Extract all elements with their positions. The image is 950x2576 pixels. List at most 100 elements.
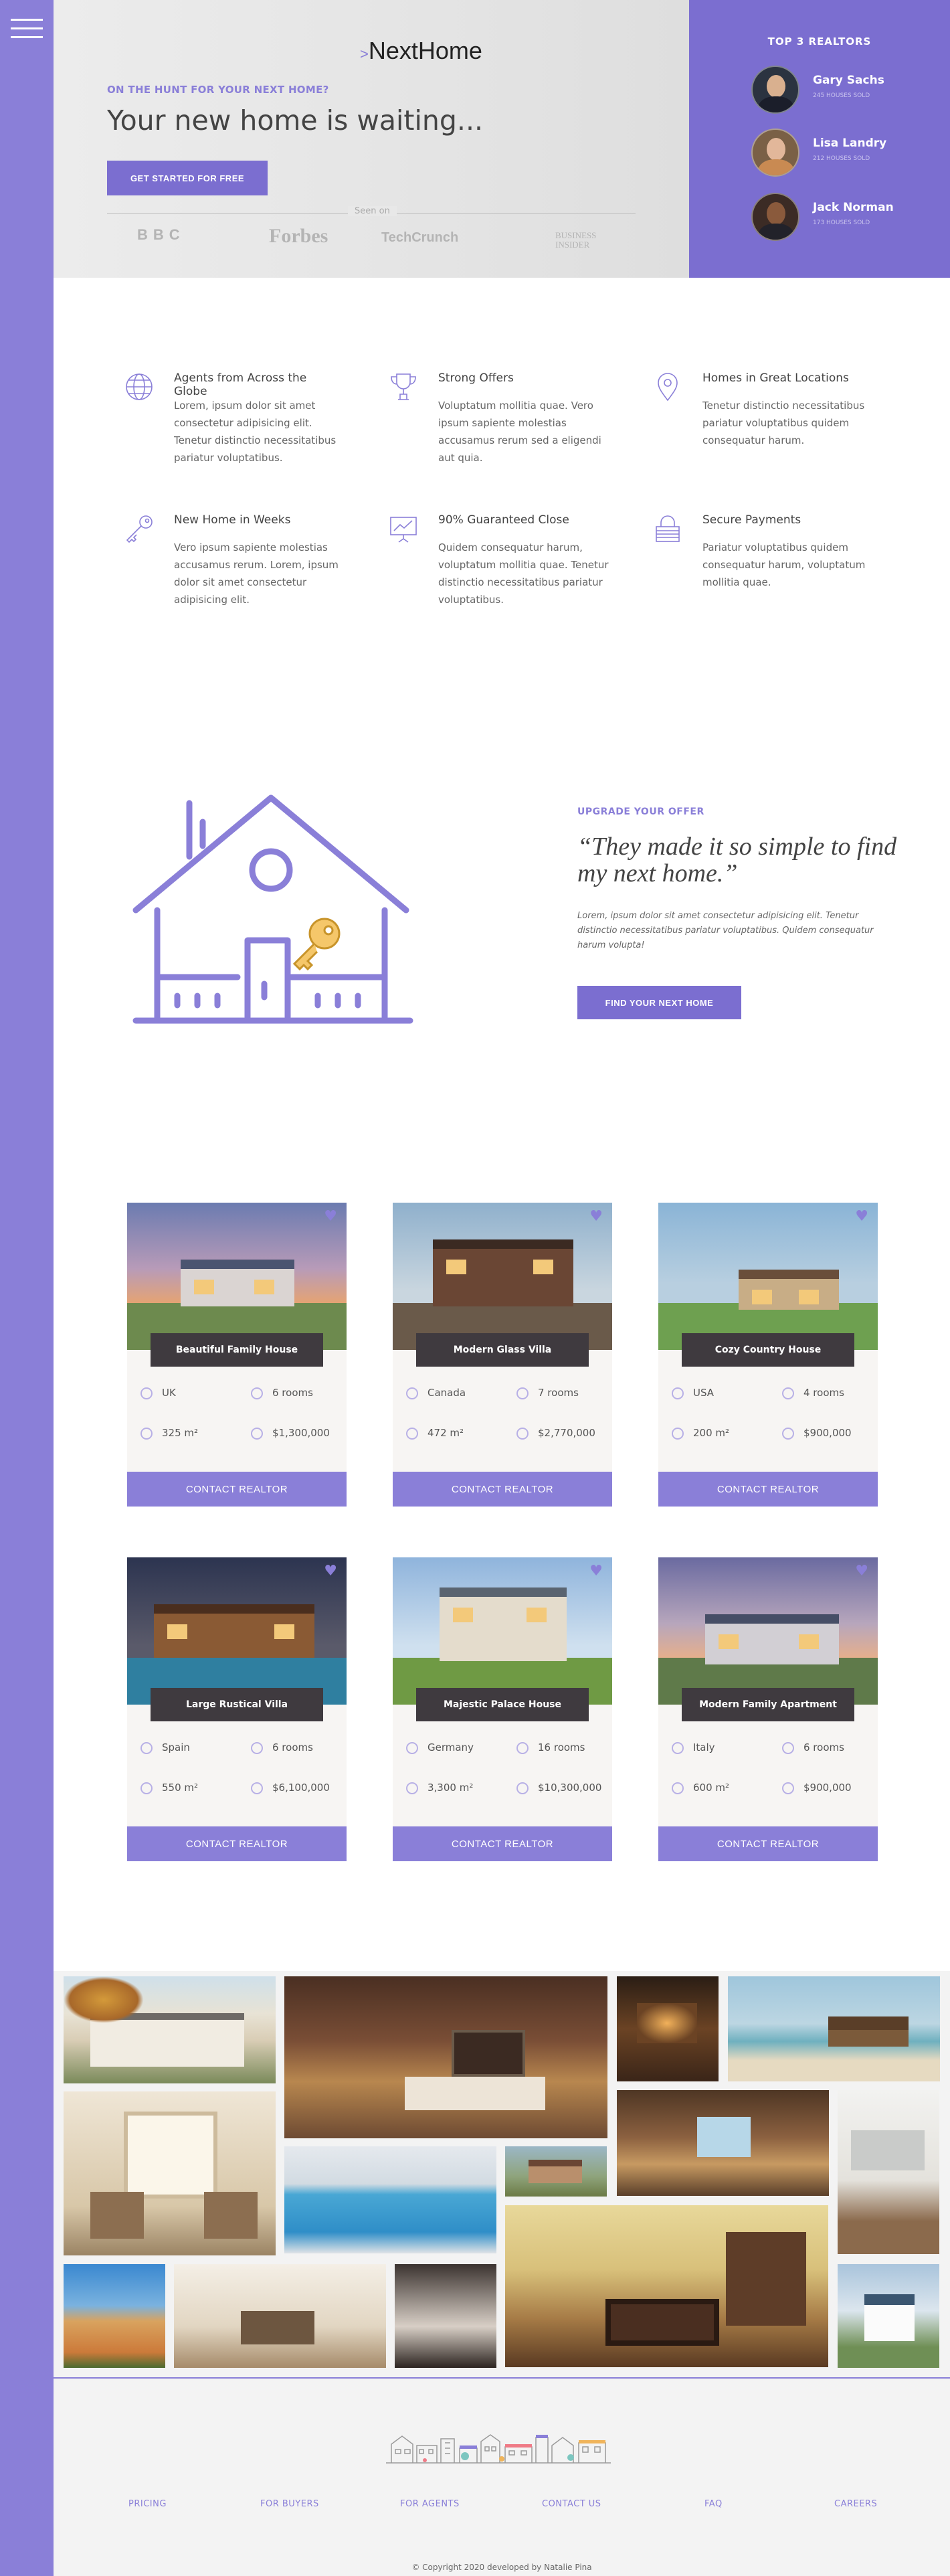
home-photo[interactable]: ♥ [658, 1557, 878, 1705]
home-photo[interactable]: ♥ [393, 1557, 612, 1705]
favorite-heart-icon[interactable]: ♥ [324, 1563, 337, 1579]
get-started-button[interactable]: GET STARTED FOR FREE [107, 161, 268, 195]
user-icon [782, 1387, 794, 1399]
contact-realtor-button[interactable]: CONTACT REALTOR [393, 1472, 612, 1507]
contact-realtor-button[interactable]: CONTACT REALTOR [127, 1472, 347, 1507]
home-area: 600 m² [672, 1782, 729, 1794]
gallery-image[interactable] [395, 2264, 496, 2368]
feature-item: Agents from Across the Globe Lorem, ipsu… [124, 371, 338, 479]
feature-title: Homes in Great Locations [702, 371, 849, 385]
home-title: Modern Glass Villa [416, 1333, 589, 1367]
gallery-image[interactable] [838, 2090, 939, 2254]
home-card[interactable]: ♥ Beautiful Family House UK 6 rooms 325 m² $1… [127, 1203, 347, 1507]
home-card[interactable]: ♥ Cozy Country House USA 4 rooms 200 m² $900,… [658, 1203, 878, 1507]
hero-headline: Your new home is waiting... [107, 104, 484, 137]
home-rooms-value: 6 rooms [272, 1387, 313, 1399]
lock-icon [656, 515, 680, 542]
footer-link-for-buyers[interactable]: FOR BUYERS [260, 2499, 319, 2509]
home-area: 3,300 m² [406, 1782, 473, 1794]
home-area-value: 600 m² [693, 1782, 730, 1794]
feature-text: Tenetur distinctio necessitatibus pariat… [702, 400, 865, 446]
gallery-image[interactable] [64, 2091, 276, 2255]
home-title: Large Rustical Villa [151, 1688, 323, 1721]
feature-title: New Home in Weeks [174, 513, 291, 527]
gallery-image[interactable] [174, 2264, 386, 2368]
realtor-sold: 245 HOUSES SOLD [813, 92, 870, 99]
home-title: Cozy Country House [682, 1333, 854, 1367]
gallery-image[interactable] [617, 2090, 829, 2196]
home-area: 200 m² [672, 1427, 729, 1440]
testimonial-quote: “They made it so simple to find my next … [577, 833, 897, 887]
gallery-image[interactable] [284, 2146, 496, 2253]
home-card[interactable]: ♥ Modern Family Apartment Italy 6 rooms 600 … [658, 1557, 878, 1861]
map-pin-icon [406, 1387, 418, 1399]
home-photo[interactable]: ♥ [393, 1203, 612, 1350]
contact-realtor-button[interactable]: CONTACT REALTOR [127, 1826, 347, 1861]
feature-title: Strong Offers [438, 371, 514, 385]
gallery-image[interactable] [284, 1976, 607, 2138]
favorite-heart-icon[interactable]: ♥ [589, 1563, 603, 1579]
home-card[interactable]: ♥ Modern Glass Villa Canada 7 rooms 472 m² $2… [393, 1203, 612, 1507]
home-price: $6,100,000 [251, 1782, 330, 1794]
home-price: $1,300,000 [251, 1427, 330, 1440]
footer-link-pricing[interactable]: PRICING [128, 2499, 167, 2509]
photo-gallery [54, 1971, 950, 2377]
home-price: $900,000 [782, 1782, 852, 1794]
footer-link-careers[interactable]: CAREERS [834, 2499, 877, 2509]
home-card[interactable]: ♥ Majestic Palace House Germany 16 rooms 3,3… [393, 1557, 612, 1861]
hamburger-menu-icon[interactable] [11, 16, 43, 40]
realtor-item[interactable]: Lisa Landry 212 HOUSES SOLD [751, 128, 945, 177]
user-icon [251, 1741, 263, 1754]
home-title: Majestic Palace House [416, 1688, 589, 1721]
footer-link-faq[interactable]: FAQ [704, 2499, 723, 2509]
feature-title: 90% Guaranteed Close [438, 513, 569, 527]
chart-board-icon [390, 517, 417, 543]
realtor-name: Jack Norman [813, 201, 894, 214]
home-country-value: Germany [428, 1741, 474, 1753]
favorite-heart-icon[interactable]: ♥ [855, 1563, 868, 1579]
home-photo[interactable]: ♥ [127, 1203, 347, 1350]
feature-title: Secure Payments [702, 513, 801, 527]
footer: PRICING FOR BUYERS FOR AGENTS CONTACT US… [54, 2379, 950, 2576]
price-tag-icon [251, 1782, 263, 1794]
footer-link-contact-us[interactable]: CONTACT US [542, 2499, 601, 2509]
home-price-value: $1,300,000 [272, 1427, 330, 1439]
favorite-heart-icon[interactable]: ♥ [855, 1208, 868, 1225]
home-area: 550 m² [140, 1782, 198, 1794]
gallery-image[interactable] [64, 1976, 276, 2083]
story-kicker: UPGRADE YOUR OFFER [577, 806, 704, 817]
user-icon [782, 1741, 794, 1754]
contact-realtor-button[interactable]: CONTACT REALTOR [658, 1826, 878, 1861]
home-photo[interactable]: ♥ [127, 1557, 347, 1705]
realtor-item[interactable]: Jack Norman 173 HOUSES SOLD [751, 193, 945, 241]
footer-link-for-agents[interactable]: FOR AGENTS [400, 2499, 460, 2509]
home-rooms: 16 rooms [516, 1741, 585, 1754]
gallery-image[interactable] [728, 1976, 940, 2081]
gallery-image[interactable] [505, 2205, 828, 2367]
home-country-value: Italy [693, 1741, 715, 1753]
find-home-button[interactable]: FIND YOUR NEXT HOME [577, 986, 741, 1019]
logo[interactable]: >NextHome [360, 37, 482, 65]
map-pin-icon [672, 1387, 684, 1399]
gallery-image[interactable] [505, 2146, 607, 2197]
home-rooms-value: 4 rooms [803, 1387, 844, 1399]
business-insider-logo: BUSINESS INSIDER [555, 230, 597, 250]
gallery-image[interactable] [617, 1976, 719, 2081]
bbc-logo: BBC [137, 226, 185, 243]
home-card[interactable]: ♥ Large Rustical Villa Spain 6 rooms 550 m² $… [127, 1557, 347, 1861]
realtor-item[interactable]: Gary Sachs 245 HOUSES SOLD [751, 66, 945, 114]
gallery-image[interactable] [838, 2264, 939, 2368]
map-pin-icon [140, 1741, 153, 1754]
area-icon [406, 1427, 418, 1440]
home-rooms: 6 rooms [251, 1387, 313, 1399]
gallery-image[interactable] [64, 2264, 165, 2368]
contact-realtor-button[interactable]: CONTACT REALTOR [393, 1826, 612, 1861]
home-rooms-value: 16 rooms [538, 1741, 585, 1753]
map-pin-icon [658, 373, 678, 402]
favorite-heart-icon[interactable]: ♥ [324, 1208, 337, 1225]
contact-realtor-button[interactable]: CONTACT REALTOR [658, 1472, 878, 1507]
favorite-heart-icon[interactable]: ♥ [589, 1208, 603, 1225]
realtor-name: Lisa Landry [813, 137, 887, 150]
home-photo[interactable]: ♥ [658, 1203, 878, 1350]
home-area-value: 550 m² [162, 1782, 199, 1794]
